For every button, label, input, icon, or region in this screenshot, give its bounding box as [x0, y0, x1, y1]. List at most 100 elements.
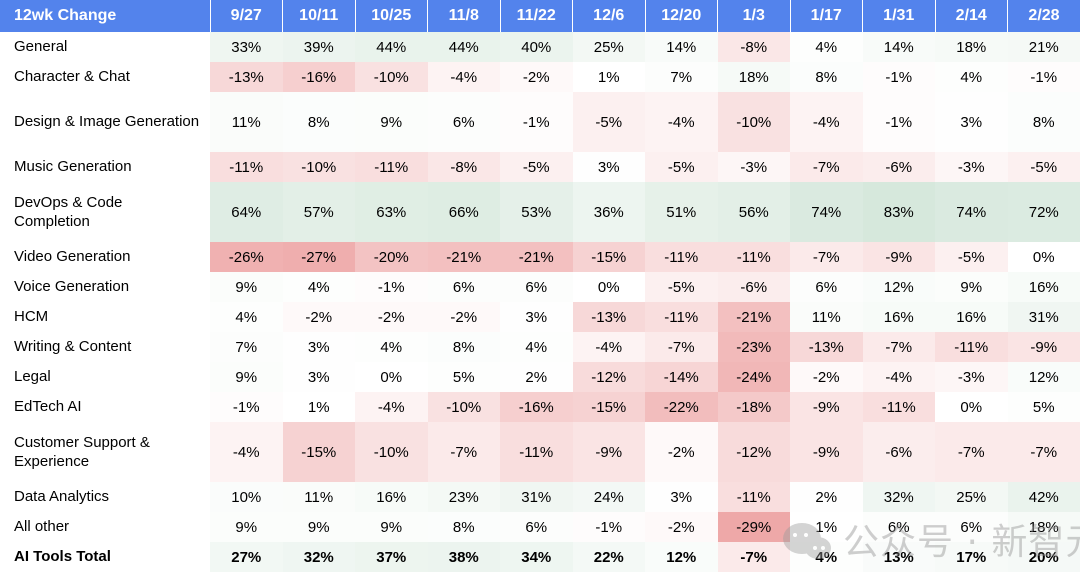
data-cell: 13%: [862, 542, 935, 572]
data-cell: 3%: [282, 332, 355, 362]
column-header-11-22[interactable]: 11/22: [500, 0, 573, 32]
column-header-12-20[interactable]: 12/20: [645, 0, 718, 32]
column-header-12-6[interactable]: 12/6: [572, 0, 646, 32]
data-cell: -29%: [717, 512, 790, 542]
data-cell: 18%: [935, 32, 1008, 62]
row-label-music-generation: Music Generation: [0, 152, 210, 182]
data-cell: -4%: [427, 62, 500, 92]
row-label-design-image-generation: Design & Image Generation: [0, 92, 210, 152]
data-cell: -7%: [427, 422, 500, 482]
data-cell: -2%: [355, 302, 428, 332]
column-header-10-11[interactable]: 10/11: [282, 0, 356, 32]
column-header-10-25[interactable]: 10/25: [355, 0, 428, 32]
data-cell: 3%: [935, 92, 1008, 152]
data-cell: -7%: [790, 152, 863, 182]
data-cell: -16%: [282, 62, 355, 92]
data-cell: 37%: [355, 542, 428, 572]
data-cell: -4%: [210, 422, 283, 482]
data-cell: 8%: [1007, 92, 1080, 152]
column-header-11-8[interactable]: 11/8: [427, 0, 501, 32]
12wk-change-table: 12wk Change 9/27 10/11 10/25 11/8 11/22 12/6 1…: [0, 0, 1080, 572]
data-cell: 74%: [935, 182, 1008, 242]
table-title-cell: 12wk Change: [0, 0, 211, 32]
data-cell: 32%: [862, 482, 935, 512]
data-cell: -11%: [500, 422, 573, 482]
column-header-1-17[interactable]: 1/17: [790, 0, 863, 32]
data-cell: -11%: [717, 482, 790, 512]
data-cell: 1%: [572, 62, 645, 92]
data-cell: 11%: [210, 92, 283, 152]
data-cell: 31%: [500, 482, 573, 512]
data-cell: -12%: [717, 422, 790, 482]
table-body: General 33% 39% 44% 44% 40% 25% 14% -8% 4% 14% 18% 2…: [0, 32, 1080, 572]
data-cell: 4%: [500, 332, 573, 362]
data-cell: -1%: [500, 92, 573, 152]
data-cell: -6%: [862, 152, 935, 182]
table-row: Legal 9% 3% 0% 5% 2% -12% -14% -24% -2% -4% -3% 12%: [0, 362, 1080, 392]
row-label-character-chat: Character & Chat: [0, 62, 210, 92]
table-row: Writing & Content 7% 3% 4% 8% 4% -4% -7% -23% -13…: [0, 332, 1080, 362]
data-cell: 4%: [790, 32, 863, 62]
data-cell: -9%: [790, 392, 863, 422]
data-cell: -22%: [645, 392, 718, 422]
data-cell: -10%: [282, 152, 355, 182]
data-cell: -13%: [210, 62, 283, 92]
data-cell: -2%: [500, 62, 573, 92]
data-cell: 44%: [355, 32, 428, 62]
data-cell: -14%: [645, 362, 718, 392]
data-cell: 0%: [572, 272, 645, 302]
data-cell: 20%: [1007, 542, 1080, 572]
data-cell: 51%: [645, 182, 718, 242]
data-cell: 53%: [500, 182, 573, 242]
data-cell: -6%: [717, 272, 790, 302]
data-cell: 9%: [210, 512, 283, 542]
column-header-1-31[interactable]: 1/31: [862, 0, 936, 32]
data-cell: 6%: [500, 512, 573, 542]
row-label-voice-generation: Voice Generation: [0, 272, 210, 302]
data-cell: -4%: [572, 332, 645, 362]
table-row: Design & Image Generation 11% 8% 9% 6% -1% -5%…: [0, 92, 1080, 152]
data-cell: 18%: [717, 62, 790, 92]
table-row: Music Generation -11% -10% -11% -8% -5% 3% -5% -…: [0, 152, 1080, 182]
data-cell: 9%: [355, 512, 428, 542]
data-cell: -1%: [1007, 62, 1080, 92]
data-cell: -11%: [717, 242, 790, 272]
data-cell: -11%: [862, 392, 935, 422]
data-cell: -16%: [500, 392, 573, 422]
data-cell: 24%: [572, 482, 645, 512]
data-cell: 83%: [862, 182, 935, 242]
data-cell: -7%: [935, 422, 1008, 482]
data-cell: -4%: [355, 392, 428, 422]
data-cell: -10%: [427, 392, 500, 422]
data-cell: -11%: [210, 152, 283, 182]
data-cell: -18%: [717, 392, 790, 422]
data-cell: 21%: [1007, 32, 1080, 62]
data-cell: 4%: [282, 272, 355, 302]
header-row: 12wk Change 9/27 10/11 10/25 11/8 11/22 12/6 1…: [0, 0, 1080, 32]
data-cell: -9%: [862, 242, 935, 272]
data-cell: -5%: [645, 152, 718, 182]
data-cell: 22%: [572, 542, 645, 572]
data-cell: -27%: [282, 242, 355, 272]
data-cell: -26%: [210, 242, 283, 272]
data-cell: 44%: [427, 32, 500, 62]
data-cell: 4%: [790, 542, 863, 572]
data-cell: 1%: [790, 512, 863, 542]
data-cell: 6%: [500, 272, 573, 302]
column-header-1-3[interactable]: 1/3: [717, 0, 791, 32]
data-cell: 1%: [282, 392, 355, 422]
data-cell: -8%: [717, 32, 790, 62]
column-header-9-27[interactable]: 9/27: [210, 0, 283, 32]
data-cell: 63%: [355, 182, 428, 242]
data-cell: 6%: [427, 92, 500, 152]
data-cell: 5%: [427, 362, 500, 392]
data-cell: 31%: [1007, 302, 1080, 332]
column-header-2-14[interactable]: 2/14: [935, 0, 1008, 32]
table-container: 12wk Change 9/27 10/11 10/25 11/8 11/22 12/6 1…: [0, 0, 1080, 578]
column-header-2-28[interactable]: 2/28: [1008, 0, 1080, 32]
data-cell: -1%: [572, 512, 645, 542]
data-cell: 56%: [717, 182, 790, 242]
data-cell: 11%: [790, 302, 863, 332]
data-cell: 6%: [935, 512, 1008, 542]
data-cell: -10%: [355, 62, 428, 92]
